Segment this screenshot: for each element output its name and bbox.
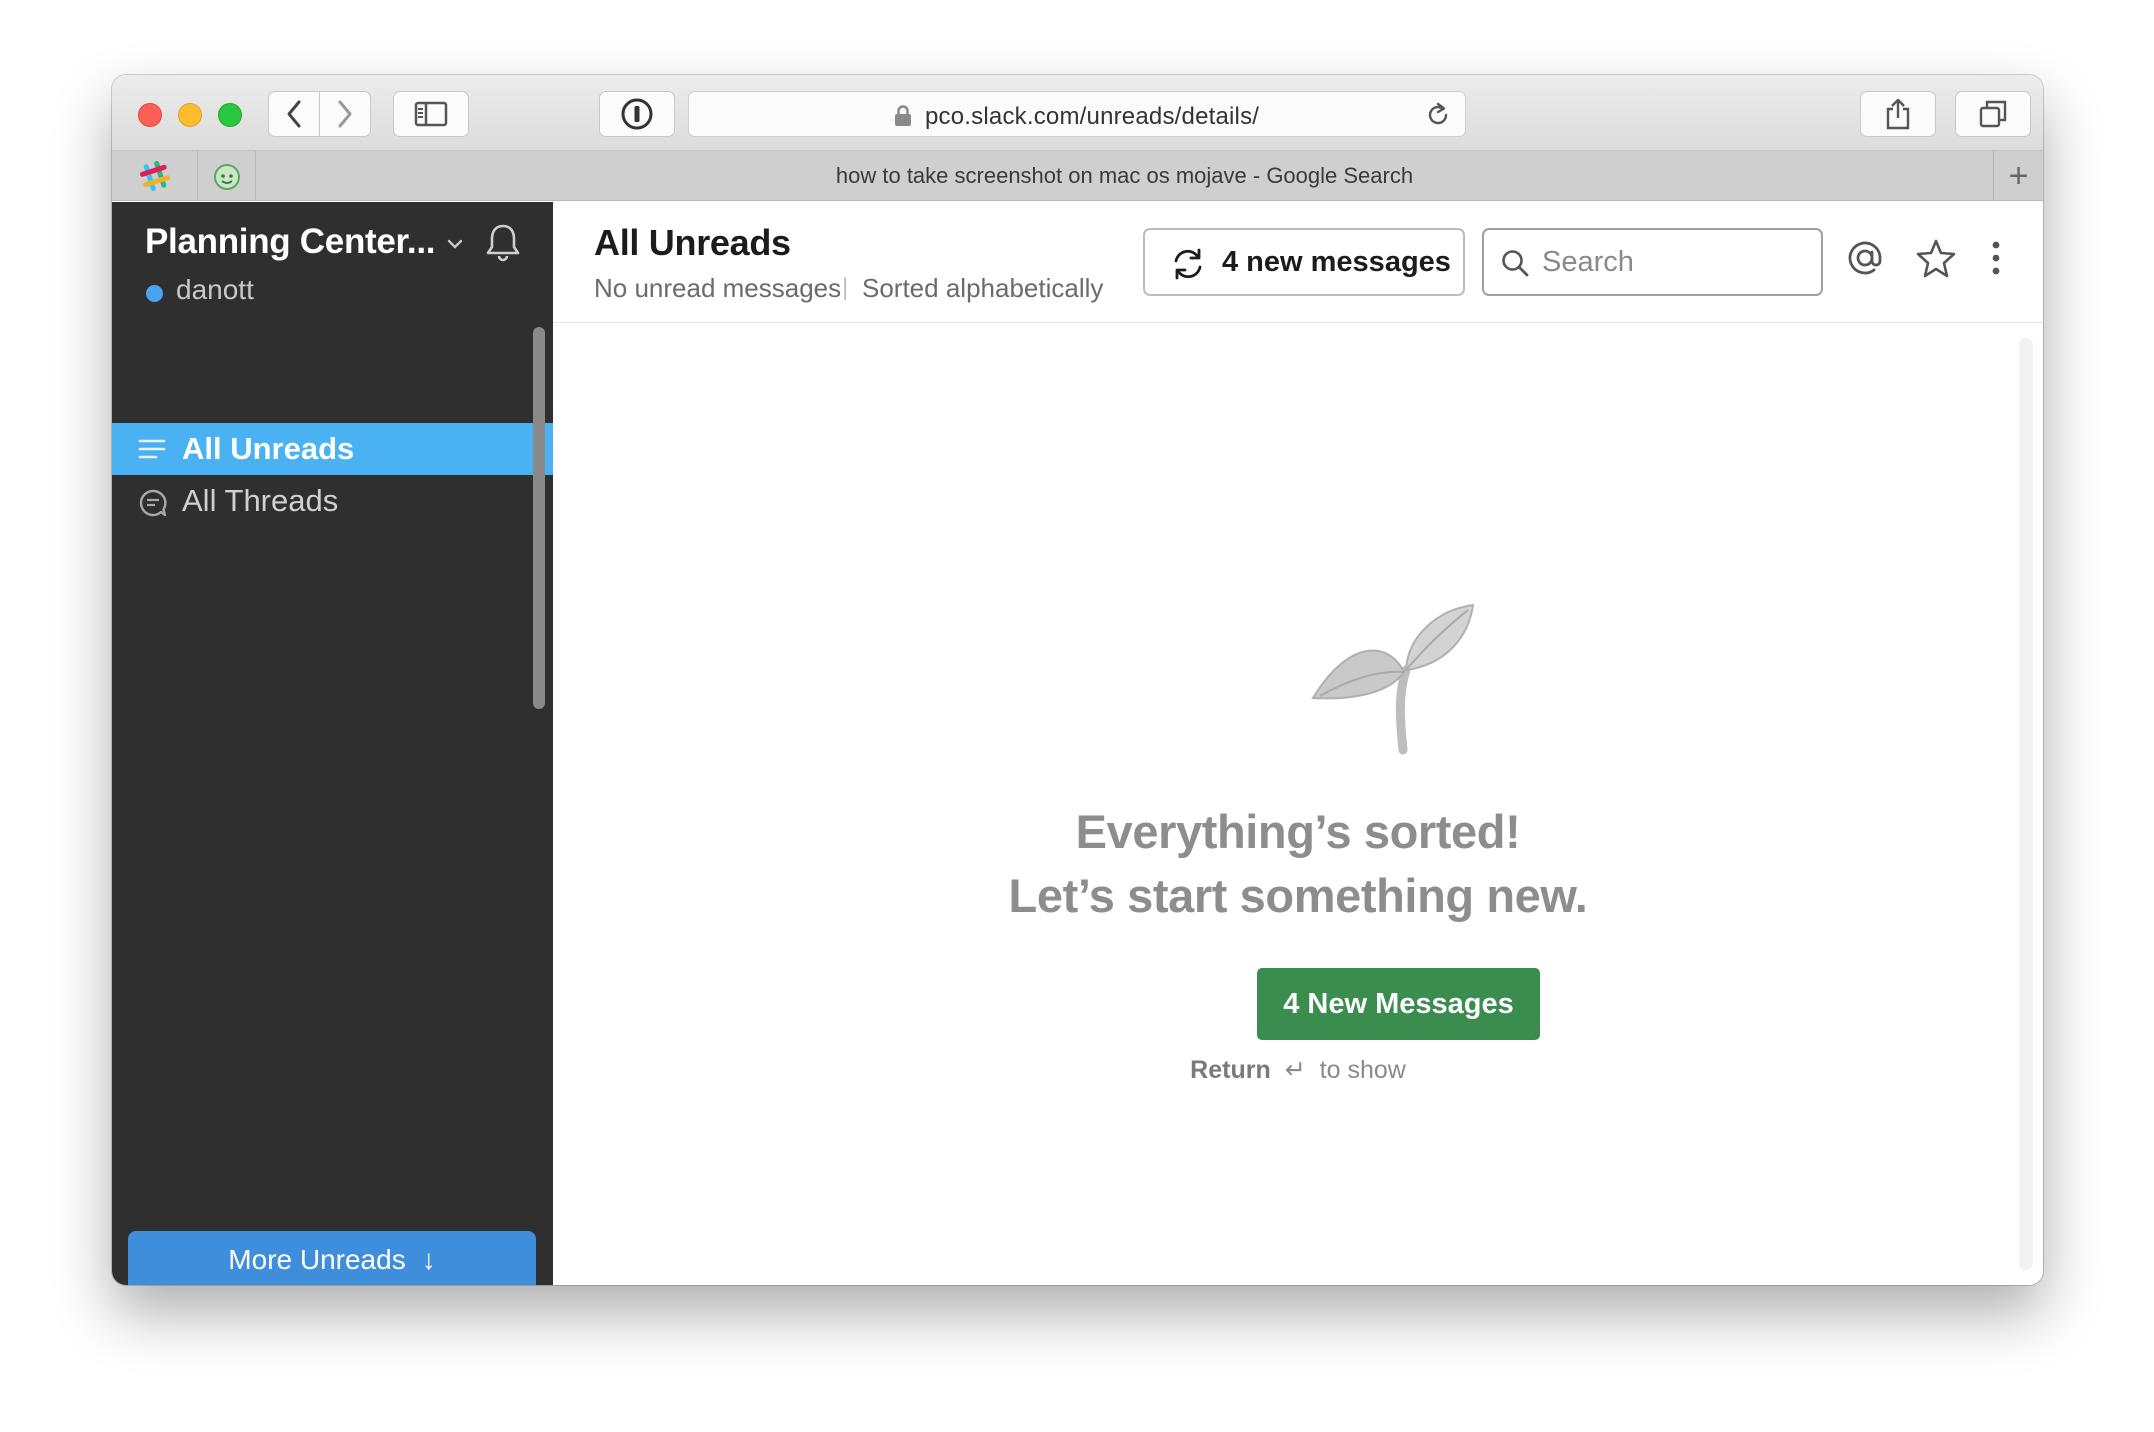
chevron-down-icon[interactable]: [447, 238, 463, 250]
show-new-messages-button[interactable]: 4 New Messages: [1257, 968, 1540, 1040]
tab-bar: how to take screenshot on mac os mojave …: [112, 151, 2043, 201]
sidebar-item-label: All Unreads: [182, 431, 355, 466]
address-bar[interactable]: pco.slack.com/unreads/details/: [688, 91, 1466, 137]
sidebar-item-label: All Threads: [182, 483, 339, 518]
hint-key: Return: [1190, 1056, 1271, 1084]
search-box[interactable]: [1482, 228, 1823, 296]
more-unreads-label: More Unreads: [228, 1244, 406, 1275]
close-window-button[interactable]: [138, 103, 162, 127]
sidebar: Planning Center... danott All Unreads Al…: [112, 202, 553, 1285]
empty-state-title: Everything’s sorted! Let’s start somethi…: [553, 800, 2043, 928]
browser-window: pco.slack.com/unreads/details/ how to ta…: [112, 75, 2043, 1285]
slack-logo-icon: [139, 160, 170, 192]
sidebar-item-all-unreads[interactable]: All Unreads: [112, 423, 553, 475]
refresh-icon: [1174, 248, 1202, 280]
url-text: pco.slack.com/unreads/details/: [925, 103, 1260, 130]
page-title: All Unreads: [594, 222, 791, 263]
sidebar-toggle-button[interactable]: [393, 91, 469, 137]
search-icon: [1502, 250, 1529, 277]
team-name[interactable]: Planning Center...: [145, 222, 436, 262]
minimize-window-button[interactable]: [178, 103, 202, 127]
share-button[interactable]: [1860, 91, 1936, 137]
sprout-illustration-icon: [1311, 603, 1475, 755]
sidebar-item-all-threads[interactable]: All Threads: [112, 475, 553, 527]
show-tabs-button[interactable]: [1955, 91, 2031, 137]
channel-header: All Unreads No unread messages | Sorted …: [553, 202, 2043, 323]
sidebar-scrollbar[interactable]: [533, 327, 545, 709]
active-tab[interactable]: how to take screenshot on mac os mojave …: [256, 151, 1993, 201]
new-messages-label: 4 new messages: [1222, 246, 1451, 278]
hint-text: to show: [1319, 1056, 1406, 1084]
sidebar-icon: [414, 101, 448, 127]
reload-icon[interactable]: [1425, 102, 1451, 128]
bell-icon[interactable]: [484, 222, 522, 262]
return-key-icon: ↵: [1284, 1056, 1306, 1084]
username[interactable]: danott: [176, 274, 254, 306]
main-content: All Unreads No unread messages | Sorted …: [553, 202, 2043, 1285]
browser-toolbar: pco.slack.com/unreads/details/: [112, 75, 2043, 151]
sort-dropdown[interactable]: Sorted alphabetically: [862, 273, 1103, 304]
password-manager-button[interactable]: [599, 91, 675, 137]
tabs-overview-icon: [1979, 100, 2007, 128]
lock-icon: [895, 105, 911, 126]
search-input[interactable]: [1542, 240, 1802, 284]
more-options-icon[interactable]: [1990, 238, 2002, 278]
app-face-icon: [213, 164, 240, 190]
keyboard-hint: Return ↵ to show: [553, 1055, 2043, 1085]
more-unreads-button[interactable]: More Unreads ↓: [128, 1231, 536, 1285]
zoom-window-button[interactable]: [218, 103, 242, 127]
empty-state-line-2: Let’s start something new.: [1008, 869, 1588, 922]
share-icon: [1886, 98, 1910, 130]
back-button[interactable]: [268, 91, 320, 137]
unread-status: No unread messages: [594, 273, 842, 303]
arrow-down-icon: ↓: [421, 1244, 436, 1275]
thread-icon: [139, 489, 167, 517]
lines-icon: [138, 439, 166, 459]
header-separator: |: [842, 274, 849, 301]
at-mention-icon[interactable]: [1845, 238, 1885, 278]
empty-state-line-1: Everything’s sorted!: [1075, 805, 1521, 858]
1password-icon: [621, 98, 653, 130]
pinned-tab-slack[interactable]: [112, 151, 198, 201]
forward-button[interactable]: [319, 91, 371, 137]
chevron-right-icon: [338, 100, 352, 128]
new-tab-button[interactable]: +: [1993, 151, 2043, 201]
star-icon[interactable]: [1915, 238, 1957, 278]
pinned-tab-app[interactable]: [198, 151, 256, 201]
chevron-left-icon: [287, 100, 301, 128]
presence-indicator: [146, 285, 163, 302]
new-messages-button[interactable]: 4 new messages: [1143, 228, 1465, 296]
